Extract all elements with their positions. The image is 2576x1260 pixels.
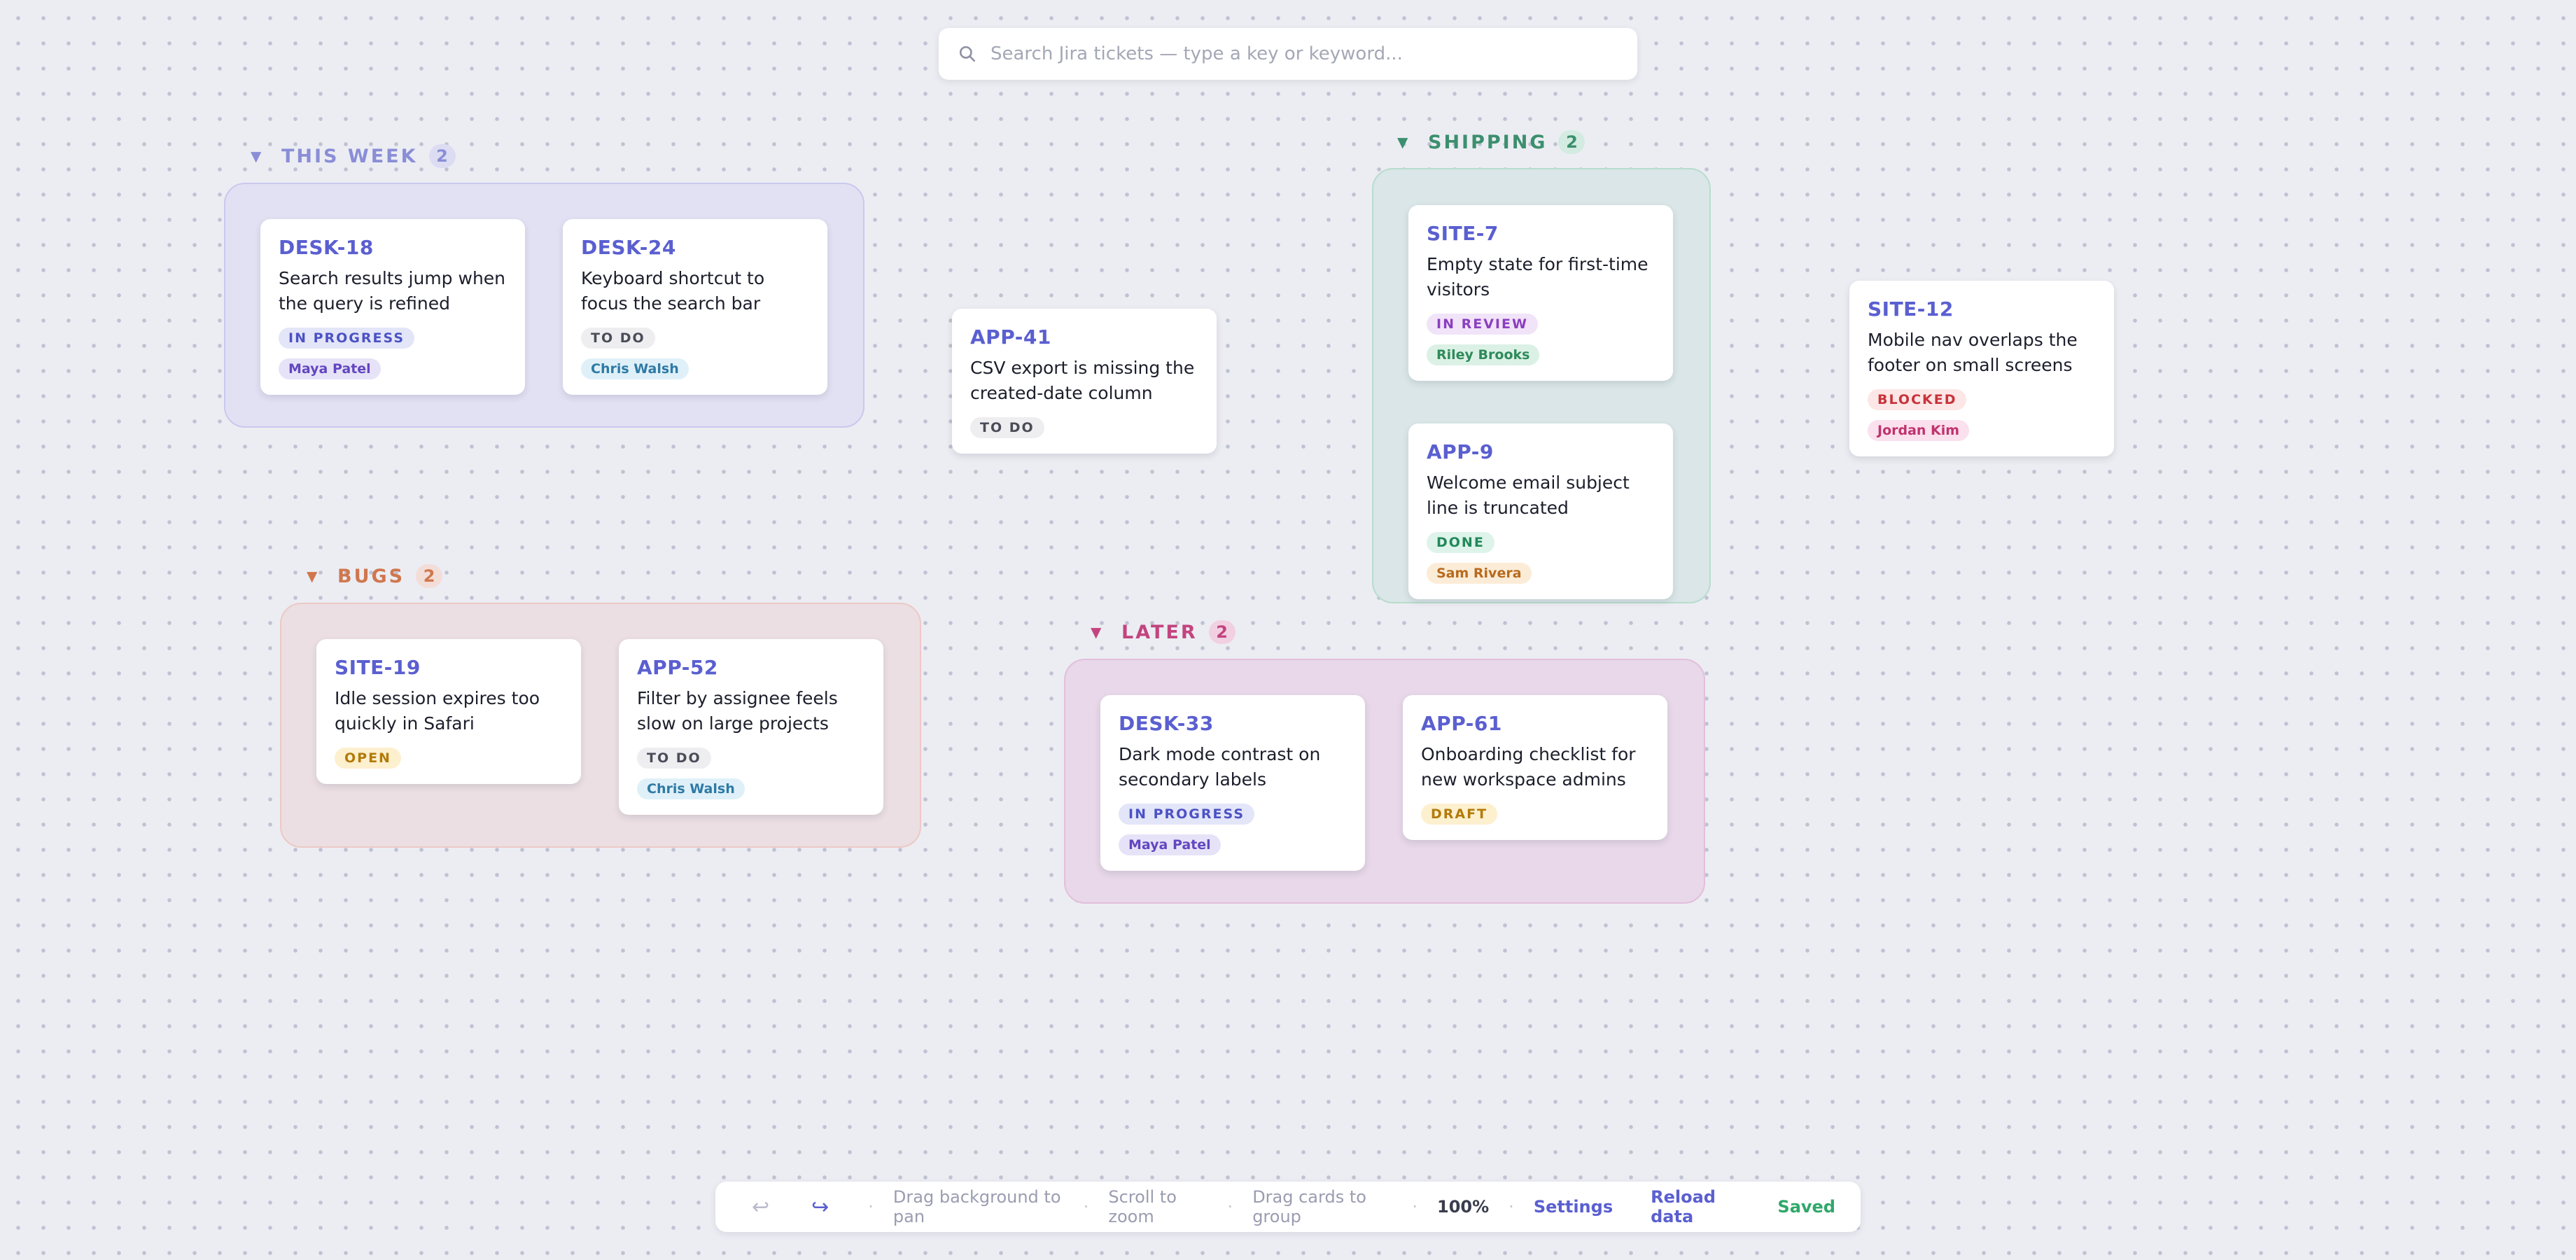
ticket-title: Onboarding checklist for new workspace a… — [1421, 744, 1636, 790]
ticket-card-site-12[interactable]: SITE-12 Mobile nav overlaps the footer o… — [1849, 281, 2114, 456]
ticket-card-desk-24[interactable]: DESK-24 Keyboard shortcut to focus the s… — [563, 219, 827, 395]
saved-status: Saved — [1777, 1197, 1835, 1217]
ticket-title: Dark mode contrast on secondary labels — [1119, 744, 1321, 790]
separator: · — [1412, 1197, 1418, 1217]
ticket-title: Keyboard shortcut to focus the search ba… — [581, 268, 765, 314]
redo-icon[interactable]: ↪ — [811, 1195, 829, 1219]
reload-data-button[interactable]: Reload data — [1651, 1187, 1745, 1226]
ticket-card-desk-33[interactable]: DESK-33 Dark mode contrast on secondary … — [1100, 695, 1365, 871]
ticket-card-app-41[interactable]: APP-41 CSV export is missing the created… — [952, 309, 1217, 454]
group-name: SHIPPING — [1428, 131, 1548, 153]
ticket-card-desk-18[interactable]: DESK-18 Search results jump when the que… — [260, 219, 525, 395]
assignee-badge: Maya Patel — [279, 358, 381, 379]
assignee-badge: Chris Walsh — [581, 358, 689, 379]
hint-zoom: Scroll to zoom — [1108, 1187, 1177, 1226]
assignee-badge: Jordan Kim — [1868, 420, 1970, 441]
ticket-key[interactable]: DESK-24 — [581, 236, 809, 259]
ticket-title: Idle session expires too quickly in Safa… — [335, 688, 540, 734]
settings-button[interactable]: Settings — [1534, 1197, 1613, 1217]
status-badge: IN PROGRESS — [1119, 804, 1255, 825]
hint-pan: Drag background to pan — [892, 1187, 1061, 1226]
group-count-badge: 2 — [428, 144, 456, 168]
status-badge: DONE — [1427, 532, 1494, 553]
ticket-key[interactable]: DESK-33 — [1119, 712, 1347, 735]
ticket-title: Search results jump when the query is re… — [279, 268, 506, 314]
group-name: LATER — [1121, 621, 1198, 643]
ticket-key[interactable]: SITE-19 — [335, 656, 563, 679]
ticket-key[interactable]: APP-9 — [1427, 440, 1655, 463]
status-badge: TO DO — [581, 328, 655, 349]
assignee-badge: Chris Walsh — [637, 778, 745, 799]
status-badge: TO DO — [970, 417, 1044, 438]
group-name: THIS WEEK — [281, 145, 418, 167]
ticket-key[interactable]: SITE-12 — [1868, 298, 2096, 321]
separator: · — [868, 1197, 874, 1217]
status-badge: IN PROGRESS — [279, 328, 415, 349]
ticket-title: Mobile nav overlaps the footer on small … — [1868, 330, 2078, 375]
collapse-caret-icon[interactable]: ▼ — [251, 148, 266, 164]
group-header-shipping[interactable]: ▼ SHIPPING 2 — [1397, 128, 1586, 156]
status-badge: DRAFT — [1421, 804, 1498, 825]
ticket-title: CSV export is missing the created-date c… — [970, 358, 1195, 403]
ticket-key[interactable]: APP-41 — [970, 326, 1198, 349]
assignee-badge: Maya Patel — [1119, 834, 1221, 855]
assignee-badge: Sam Rivera — [1427, 563, 1532, 584]
ticket-card-app-52[interactable]: APP-52 Filter by assignee feels slow on … — [619, 639, 883, 815]
ticket-title: Filter by assignee feels slow on large p… — [637, 688, 838, 734]
ticket-key[interactable]: SITE-7 — [1427, 222, 1655, 245]
group-name: BUGS — [337, 565, 405, 587]
collapse-caret-icon[interactable]: ▼ — [1397, 134, 1413, 150]
zoom-level[interactable]: 100% — [1437, 1197, 1489, 1217]
ticket-card-site-19[interactable]: SITE-19 Idle session expires too quickly… — [316, 639, 581, 784]
group-count-badge: 2 — [1208, 620, 1236, 644]
status-badge: BLOCKED — [1868, 389, 1967, 410]
separator: · — [1083, 1197, 1089, 1217]
hint-group: Drag cards to group — [1252, 1187, 1366, 1226]
group-header-later[interactable]: ▼ LATER 2 — [1091, 618, 1236, 646]
assignee-badge: Riley Brooks — [1427, 344, 1540, 365]
ticket-title: Empty state for first-time visitors — [1427, 254, 1648, 300]
group-header-bugs[interactable]: ▼ BUGS 2 — [307, 562, 443, 590]
group-header-this-week[interactable]: ▼ THIS WEEK 2 — [251, 142, 456, 170]
status-badge: OPEN — [335, 748, 401, 769]
ticket-key[interactable]: DESK-18 — [279, 236, 507, 259]
bottom-toolbar: ↩ ↪ · Drag background to pan · Scroll to… — [715, 1182, 1861, 1232]
group-count-badge: 2 — [1558, 130, 1586, 154]
search-icon — [959, 46, 976, 62]
ticket-key[interactable]: APP-52 — [637, 656, 865, 679]
ticket-card-app-9[interactable]: APP-9 Welcome email subject line is trun… — [1408, 424, 1673, 599]
search-bar[interactable] — [939, 28, 1637, 80]
ticket-card-app-61[interactable]: APP-61 Onboarding checklist for new work… — [1403, 695, 1667, 840]
ticket-title: Welcome email subject line is truncated — [1427, 472, 1630, 518]
separator: · — [1508, 1197, 1514, 1217]
undo-icon[interactable]: ↩ — [752, 1195, 769, 1219]
search-input[interactable] — [989, 43, 1637, 65]
collapse-caret-icon[interactable]: ▼ — [1091, 624, 1106, 640]
status-badge: IN REVIEW — [1427, 314, 1538, 335]
status-badge: TO DO — [637, 748, 711, 769]
separator: · — [1227, 1197, 1233, 1217]
collapse-caret-icon[interactable]: ▼ — [307, 568, 322, 584]
ticket-key[interactable]: APP-61 — [1421, 712, 1649, 735]
ticket-card-site-7[interactable]: SITE-7 Empty state for first-time visito… — [1408, 205, 1673, 381]
group-count-badge: 2 — [416, 564, 443, 588]
